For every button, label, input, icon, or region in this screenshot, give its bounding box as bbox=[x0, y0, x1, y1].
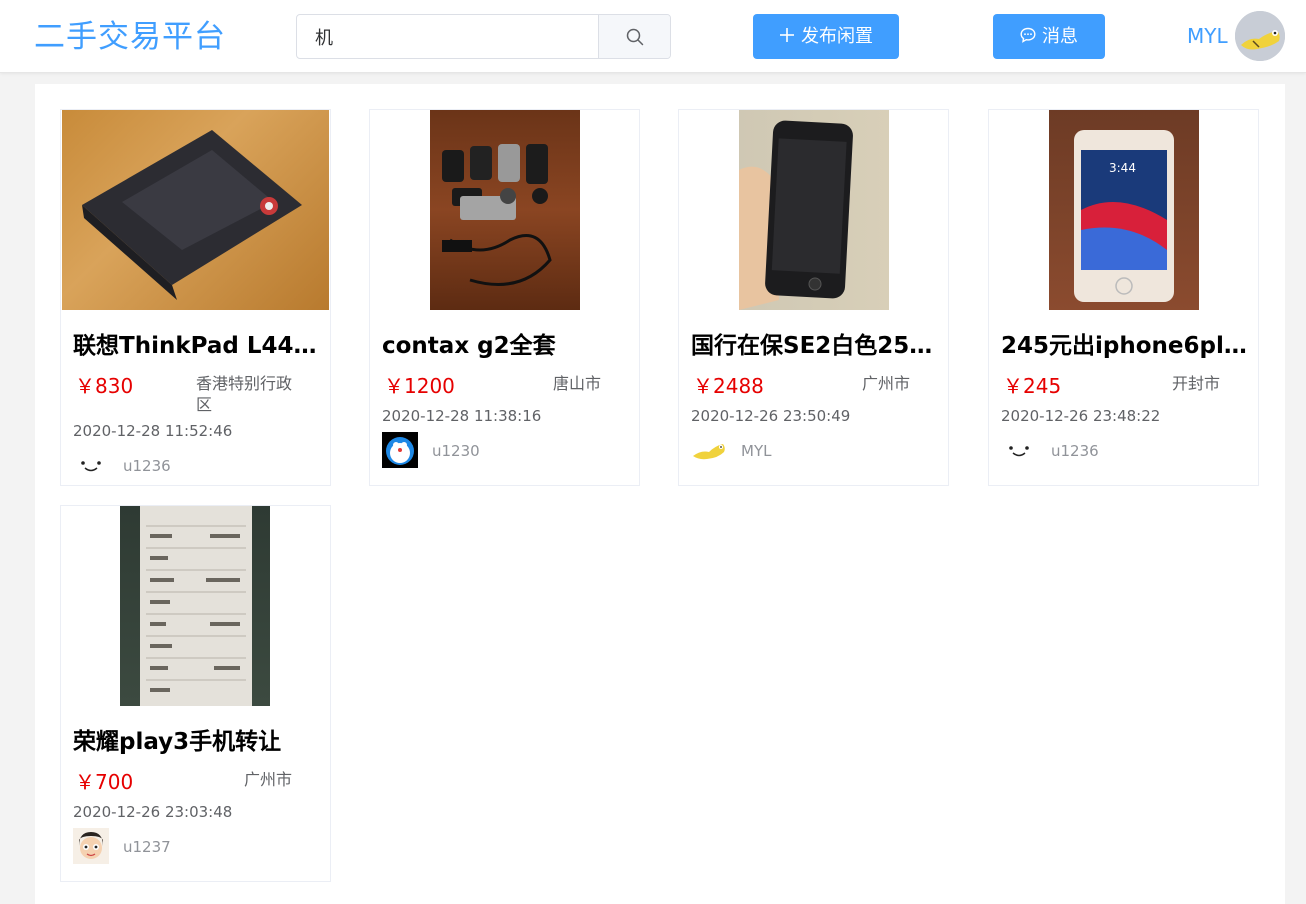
item-image[interactable] bbox=[739, 110, 889, 310]
publish-button[interactable]: 发布闲置 bbox=[753, 14, 899, 59]
avatar-image bbox=[1235, 11, 1285, 61]
chat-icon bbox=[1020, 27, 1036, 43]
message-label: 消息 bbox=[1042, 26, 1078, 47]
search-box bbox=[296, 14, 671, 59]
user-name[interactable]: u1237 bbox=[123, 837, 171, 857]
user-avatar[interactable] bbox=[382, 432, 418, 468]
user-name[interactable]: MYL bbox=[741, 441, 771, 461]
item-location: 广州市 bbox=[244, 770, 293, 789]
item-location: 广州市 bbox=[862, 374, 911, 393]
item-price: ￥700 bbox=[75, 770, 134, 794]
item-time: 2020-12-26 23:50:49 bbox=[691, 407, 851, 425]
laptop-photo bbox=[82, 130, 302, 300]
user-avatar[interactable] bbox=[1001, 432, 1037, 468]
user-name[interactable]: u1236 bbox=[1051, 441, 1099, 461]
item-card[interactable]: 国行在保SE2白色256G ￥2488 广州市 2020-12-26 23:50… bbox=[678, 109, 949, 486]
item-image[interactable] bbox=[430, 110, 580, 310]
item-card[interactable]: contax g2全套 ￥1200 唐山市 2020-12-28 11:38:1… bbox=[369, 109, 640, 486]
camera-photo bbox=[442, 144, 552, 286]
item-price: ￥1200 bbox=[384, 374, 455, 398]
item-title[interactable]: 荣耀play3手机转让 bbox=[73, 727, 323, 757]
item-image[interactable] bbox=[62, 110, 329, 310]
phone-photo bbox=[140, 506, 252, 706]
item-title[interactable]: 245元出iphone6plu... bbox=[1001, 331, 1251, 361]
item-image[interactable]: 3:44 bbox=[1049, 110, 1199, 310]
svg-text:3:44: 3:44 bbox=[1109, 161, 1136, 175]
user-avatar[interactable] bbox=[1235, 11, 1285, 61]
message-button[interactable]: 消息 bbox=[993, 14, 1105, 59]
site-logo[interactable]: 二手交易平台 bbox=[34, 17, 226, 57]
item-location: 唐山市 bbox=[553, 374, 602, 393]
item-image[interactable] bbox=[120, 506, 270, 706]
phone-photo: 3:44 bbox=[1074, 130, 1174, 302]
item-title[interactable]: 国行在保SE2白色256G bbox=[691, 331, 941, 361]
search-input[interactable] bbox=[297, 15, 599, 58]
item-time: 2020-12-26 23:48:22 bbox=[1001, 407, 1161, 425]
top-header: 二手交易平台 发布闲置 消息 MYL bbox=[0, 0, 1306, 73]
item-card[interactable]: 联想ThinkPad L440... ￥830 香港特别行政区 2020-12-… bbox=[60, 109, 331, 486]
plus-icon bbox=[780, 28, 794, 42]
item-price: ￥830 bbox=[75, 374, 134, 398]
item-title[interactable]: contax g2全套 bbox=[382, 331, 632, 361]
user-avatar[interactable] bbox=[73, 828, 109, 864]
item-location: 开封市 bbox=[1172, 374, 1221, 393]
user-name[interactable]: u1236 bbox=[123, 456, 171, 476]
user-avatar[interactable] bbox=[691, 432, 727, 468]
item-price: ￥245 bbox=[1003, 374, 1062, 398]
item-card[interactable]: 3:44 245元出iphone6plu... ￥245 开封市 2020-12… bbox=[988, 109, 1259, 486]
search-icon bbox=[626, 28, 644, 46]
user-avatar[interactable] bbox=[73, 447, 109, 483]
item-time: 2020-12-28 11:38:16 bbox=[382, 407, 542, 425]
user-name[interactable]: u1230 bbox=[432, 441, 480, 461]
item-location: 香港特别行政区 bbox=[196, 374, 293, 414]
publish-label: 发布闲置 bbox=[801, 26, 873, 47]
search-button[interactable] bbox=[598, 15, 670, 58]
phone-photo bbox=[739, 120, 853, 310]
item-card[interactable]: 荣耀play3手机转让 ￥700 广州市 2020-12-26 23:03:48… bbox=[60, 505, 331, 882]
item-time: 2020-12-26 23:03:48 bbox=[73, 803, 233, 821]
item-price: ￥2488 bbox=[693, 374, 764, 398]
user-name[interactable]: MYL bbox=[1187, 23, 1228, 49]
item-time: 2020-12-28 11:52:46 bbox=[73, 422, 233, 440]
listing-panel: 联想ThinkPad L440... ￥830 香港特别行政区 2020-12-… bbox=[35, 84, 1285, 904]
item-title[interactable]: 联想ThinkPad L440... bbox=[73, 331, 323, 361]
